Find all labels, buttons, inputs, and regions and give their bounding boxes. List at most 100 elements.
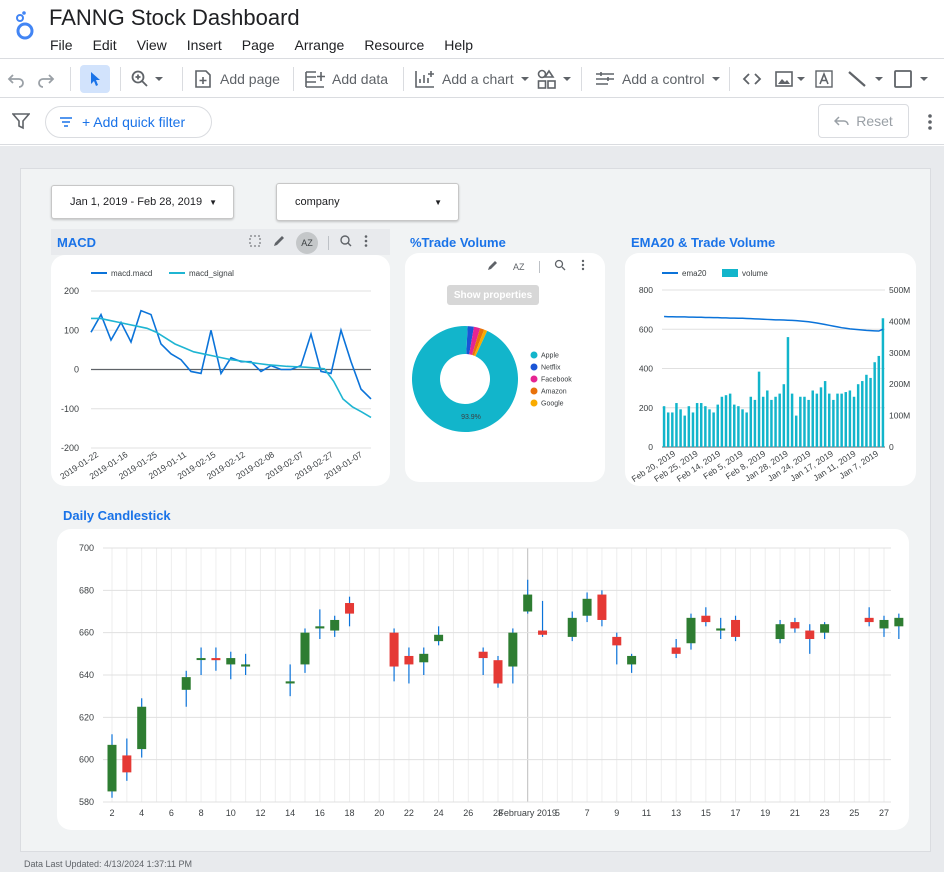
volume-bar	[704, 406, 707, 447]
candle-body	[523, 594, 533, 612]
candle-y-tick: 640	[79, 670, 94, 680]
macd-legend-label: macd.macd	[111, 269, 152, 278]
ema-legend-label: ema20	[682, 269, 707, 278]
volume-bar	[753, 399, 757, 447]
more-options-icon[interactable]	[927, 113, 933, 136]
line-tool-icon[interactable]	[846, 65, 884, 93]
image-icon[interactable]	[774, 65, 806, 93]
filter-bar: + Add quick filter Reset	[0, 99, 944, 145]
candle-body	[538, 630, 548, 635]
macd-y-tick: -100	[61, 404, 79, 414]
candle-x-tick: 25	[849, 808, 859, 818]
undo-icon[interactable]	[6, 65, 26, 93]
candle-y-tick: 700	[79, 543, 94, 553]
macd-legend-label: macd_signal	[189, 269, 234, 278]
select-cursor-icon[interactable]	[80, 65, 110, 93]
candle-body	[790, 622, 800, 629]
candle-body	[508, 632, 518, 667]
volume-bar	[873, 362, 876, 447]
volume-bar	[687, 406, 691, 447]
menu-page[interactable]: Page	[232, 36, 285, 54]
sort-region-icon[interactable]	[248, 234, 262, 253]
volume-bar	[794, 415, 798, 447]
menu-resource[interactable]: Resource	[354, 36, 434, 54]
volume-bar	[741, 409, 744, 447]
volume-bar	[877, 355, 881, 447]
candle-y-tick: 580	[79, 797, 94, 807]
candle-body	[434, 634, 444, 642]
candle-x-tick: 20	[374, 808, 384, 818]
add-page-button[interactable]: Add page	[194, 65, 280, 93]
candle-x-tick: 14	[285, 808, 295, 818]
candle-x-tick: 12	[255, 808, 265, 818]
add-chart-button[interactable]: Add a chart	[414, 65, 530, 93]
zoom-icon[interactable]	[130, 65, 164, 93]
trade-volume-pie-card[interactable]: AZ Show properties 93.9% Apple Netflix Face…	[405, 253, 605, 482]
volume-bar	[695, 403, 699, 447]
candle-body	[315, 626, 325, 629]
volume-bar	[728, 393, 732, 447]
candlestick-chart-card[interactable]: 700 680 660 640 620 600 580 2 4 6 8 10 12 14 16 18 20 22 2…	[57, 529, 919, 830]
volume-bar	[683, 415, 686, 447]
explore-zoom-icon[interactable]	[339, 234, 353, 253]
menu-help[interactable]: Help	[434, 36, 483, 54]
menu-arrange[interactable]: Arrange	[285, 36, 355, 54]
filter-icon[interactable]	[11, 112, 31, 135]
volume-bar	[790, 393, 794, 447]
add-data-button[interactable]: Add data	[304, 65, 388, 93]
pie-legend-label: Amazon	[541, 389, 567, 396]
edit-pencil-icon[interactable]	[272, 234, 286, 253]
text-box-icon[interactable]	[814, 65, 834, 93]
volume-bar	[724, 395, 728, 447]
add-quick-filter-button[interactable]: + Add quick filter	[45, 106, 212, 138]
candle-body	[300, 632, 310, 665]
menu-insert[interactable]: Insert	[177, 36, 232, 54]
embed-code-icon[interactable]	[741, 65, 763, 93]
candle-body	[820, 624, 830, 633]
report-title[interactable]: FANNG Stock Dashboard	[49, 5, 300, 31]
candle-body	[181, 677, 191, 690]
ema-y2-tick: 400M	[889, 316, 910, 326]
company-filter-control[interactable]: company ▼	[276, 183, 459, 221]
menu-edit[interactable]: Edit	[83, 36, 127, 54]
macd-chart-title: MACD	[57, 235, 96, 250]
pie-legend-swatch	[530, 351, 538, 359]
candle-body	[597, 594, 607, 620]
volume-bar	[749, 396, 753, 447]
volume-bar	[737, 406, 740, 447]
chart-menu-icon[interactable]	[363, 234, 369, 253]
menu-view[interactable]: View	[127, 36, 177, 54]
macd-chart-toolbar: AZ	[248, 232, 369, 254]
redo-icon[interactable]	[36, 65, 56, 93]
add-control-button[interactable]: Add a control	[594, 65, 721, 93]
pie-legend-label: Apple	[541, 353, 559, 360]
date-range-control[interactable]: Jan 1, 2019 - Feb 28, 2019 ▼	[51, 185, 234, 219]
ema-y2-tick: 300M	[889, 348, 910, 358]
candle-x-tick: 18	[345, 808, 355, 818]
community-viz-icon[interactable]	[536, 65, 572, 93]
pie-legend-swatch	[530, 363, 538, 371]
pie-legend-swatch	[530, 375, 538, 383]
pie-legend-swatch	[530, 387, 538, 395]
volume-bar	[712, 412, 715, 447]
candle-x-tick: 2	[109, 808, 114, 818]
looker-studio-logo-icon[interactable]	[14, 10, 36, 40]
candle-body	[716, 628, 726, 631]
pie-legend-swatch	[530, 399, 538, 407]
trade-volume-pie-title: %Trade Volume	[410, 235, 506, 250]
volume-bar	[823, 381, 827, 447]
reset-button[interactable]: Reset	[818, 104, 909, 138]
volume-bar	[770, 399, 773, 447]
sort-az-icon[interactable]: AZ	[296, 232, 318, 254]
volume-bar	[869, 377, 872, 447]
ema-chart-card[interactable]: 800 600 400 200 0 500M 400M 300M 200M 100M 0 Feb 20…	[625, 253, 916, 486]
volume-bar	[840, 393, 843, 447]
candle-x-tick: 17	[731, 808, 741, 818]
shape-tool-icon[interactable]	[893, 65, 929, 93]
volume-bar	[774, 396, 777, 447]
candle-body	[879, 619, 889, 629]
pie-legend-label: Facebook	[541, 377, 572, 384]
ema-y-tick: 200	[639, 403, 653, 413]
menu-file[interactable]: File	[40, 36, 83, 54]
macd-chart-card[interactable]: 200 100 0 -100 -200 2019-01-22 2019-01-16 2019-…	[51, 255, 390, 486]
